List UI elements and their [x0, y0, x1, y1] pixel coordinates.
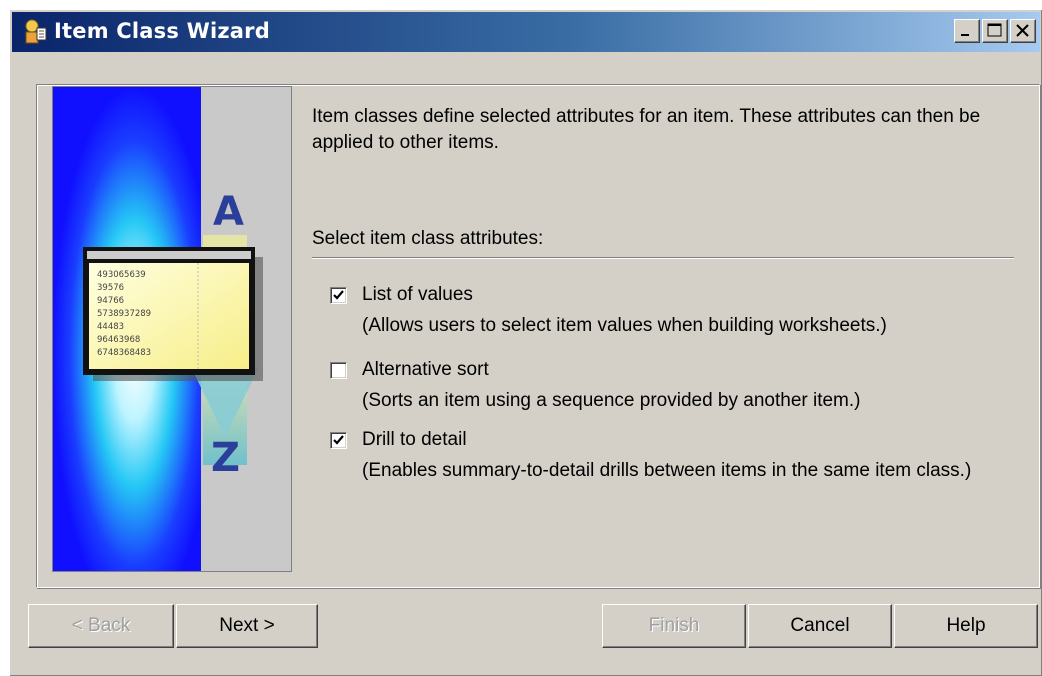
help-button[interactable]: Help	[894, 604, 1038, 648]
drill-to-detail-checkbox[interactable]	[330, 432, 347, 449]
illustration-number: 493065639	[97, 270, 146, 280]
maximize-button[interactable]	[982, 19, 1008, 43]
alternative-sort-description: (Sorts an item using a sequence provided…	[362, 390, 861, 411]
wizard-illustration: 493065639 39576 94766 5738937289 44483 9…	[52, 86, 292, 572]
illustration-number: 96463968	[97, 335, 140, 345]
list-of-values-description: (Allows users to select item values when…	[362, 315, 887, 336]
close-icon	[1016, 24, 1029, 37]
drill-to-detail-description: (Enables summary-to-detail drills betwee…	[362, 460, 972, 481]
list-of-values-checkbox[interactable]	[330, 287, 347, 304]
cancel-button[interactable]: Cancel	[748, 604, 892, 648]
next-button[interactable]: Next >	[176, 604, 318, 648]
minimize-button[interactable]	[954, 19, 980, 43]
alternative-sort-label[interactable]: Alternative sort	[362, 359, 489, 381]
illustration-number: 44483	[97, 322, 124, 332]
checkmark-icon	[333, 290, 344, 300]
illustration-number: 39576	[97, 283, 124, 293]
close-button[interactable]	[1010, 19, 1036, 43]
finish-button[interactable]: Finish	[602, 604, 746, 648]
maximize-icon	[987, 23, 1002, 37]
minimize-icon	[961, 34, 969, 36]
alternative-sort-checkbox[interactable]	[330, 362, 347, 379]
list-of-values-label[interactable]: List of values	[362, 284, 473, 306]
back-button[interactable]: < Back	[28, 604, 174, 648]
title-bar[interactable]: Item Class Wizard	[12, 12, 1040, 52]
letter-z-icon: Z	[211, 435, 240, 481]
drill-to-detail-label[interactable]: Drill to detail	[362, 429, 467, 451]
window-title: Item Class Wizard	[54, 19, 270, 43]
illustration-number: 5738937289	[97, 309, 151, 319]
section-divider	[312, 257, 1014, 259]
illustration-number: 94766	[97, 296, 124, 306]
intro-text: Item classes define selected attributes …	[312, 106, 981, 153]
checkmark-icon	[333, 435, 344, 445]
letter-a-icon: A	[213, 189, 244, 235]
section-label: Select item class attributes:	[312, 228, 544, 249]
wizard-icon	[25, 19, 47, 44]
illustration-number: 6748368483	[97, 348, 151, 358]
